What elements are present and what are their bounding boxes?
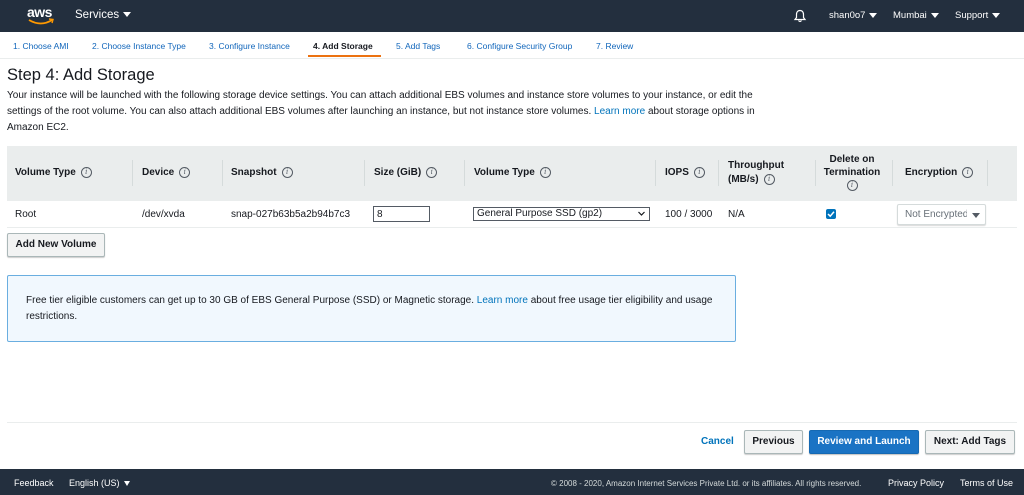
info-icon[interactable]: i xyxy=(281,167,293,178)
header-device: Device i xyxy=(142,167,191,178)
caret-down-icon xyxy=(930,12,939,18)
step-add-tags[interactable]: 5. Add Tags xyxy=(396,41,440,51)
chevron-down-icon xyxy=(638,211,645,216)
header-ebs-volume-type: Volume Type i xyxy=(474,167,551,178)
caret-down-icon xyxy=(123,12,132,18)
review-and-launch-button[interactable]: Review and Launch xyxy=(809,430,919,454)
copyright-text: © 2008 - 2020, Amazon Internet Services … xyxy=(551,479,862,488)
column-separator xyxy=(655,160,656,186)
cell-device: /dev/xvda xyxy=(142,209,185,220)
previous-button[interactable]: Previous xyxy=(744,430,803,454)
active-step-indicator xyxy=(308,55,381,57)
cell-iops: 100 / 3000 xyxy=(665,209,713,220)
column-separator xyxy=(132,160,133,186)
step-choose-instance-type[interactable]: 2. Choose Instance Type xyxy=(92,41,186,51)
free-tier-info-box: Free tier eligible customers can get up … xyxy=(7,275,736,342)
header-encryption: Encryption i xyxy=(905,167,974,178)
cell-volume-type: Root xyxy=(15,209,37,220)
step-choose-ami[interactable]: 1. Choose AMI xyxy=(13,41,69,51)
language-label: English (US) xyxy=(69,478,120,488)
column-separator xyxy=(987,160,988,186)
feedback-link[interactable]: Feedback xyxy=(14,478,54,488)
wizard-steps: 1. Choose AMI 2. Choose Instance Type 3.… xyxy=(0,32,1024,59)
header-volume-type: Volume Type i xyxy=(15,167,92,178)
services-menu[interactable]: Services xyxy=(75,9,132,21)
column-separator xyxy=(364,160,365,186)
step-configure-instance[interactable]: 3. Configure Instance xyxy=(209,41,290,51)
info-icon[interactable]: i xyxy=(426,167,438,178)
info-icon[interactable]: i xyxy=(763,173,775,185)
header-snapshot: Snapshot i xyxy=(231,167,293,178)
aws-smile-icon xyxy=(28,18,54,25)
caret-down-icon xyxy=(972,213,980,218)
add-new-volume-button[interactable]: Add New Volume xyxy=(7,233,105,257)
learn-more-link[interactable]: Learn more xyxy=(477,295,528,306)
info-icon[interactable]: i xyxy=(539,167,551,178)
header-throughput: Throughput (MB/s) i xyxy=(728,160,785,185)
header-delete-on-termination: Delete on Termination i xyxy=(823,154,881,191)
page-description: Your instance will be launched with the … xyxy=(7,88,757,136)
step-add-storage[interactable]: 4. Add Storage xyxy=(313,41,373,51)
actions-divider xyxy=(7,422,1017,423)
services-label: Services xyxy=(75,9,120,21)
column-separator xyxy=(892,160,893,186)
terms-of-use-link[interactable]: Terms of Use xyxy=(960,478,1013,488)
support-menu[interactable]: Support xyxy=(955,10,1001,21)
language-menu[interactable]: English (US) xyxy=(69,478,130,488)
info-icon[interactable]: i xyxy=(962,167,974,178)
step-review[interactable]: 7. Review xyxy=(596,41,633,51)
header-size: Size (GiB) i xyxy=(374,167,438,178)
region-label: Mumbai xyxy=(893,10,927,21)
footer-bar: Feedback English (US) © 2008 - 2020, Ama… xyxy=(0,469,1024,495)
column-separator xyxy=(222,160,223,186)
info-icon[interactable]: i xyxy=(179,167,191,178)
info-text-start: Free tier eligible customers can get up … xyxy=(26,295,474,306)
size-input[interactable] xyxy=(373,206,430,222)
checkmark-icon xyxy=(827,211,835,218)
encryption-selected: Not Encrypted xyxy=(905,209,967,220)
step-configure-security-group[interactable]: 6. Configure Security Group xyxy=(467,41,572,51)
volume-type-select[interactable]: General Purpose SSD (gp2) xyxy=(473,207,650,221)
info-icon[interactable]: i xyxy=(846,179,858,191)
header-iops: IOPS i xyxy=(665,167,705,178)
cell-snapshot: snap-027b63b5a2b94b7c3 xyxy=(231,209,350,220)
caret-down-icon xyxy=(992,12,1001,18)
learn-more-link[interactable]: Learn more xyxy=(594,106,645,117)
column-separator xyxy=(718,160,719,186)
page-title: Step 4: Add Storage xyxy=(7,66,155,84)
info-icon[interactable]: i xyxy=(693,167,705,178)
volume-type-selected: General Purpose SSD (gp2) xyxy=(477,208,603,219)
next-add-tags-button[interactable]: Next: Add Tags xyxy=(925,430,1015,454)
caret-down-icon xyxy=(123,481,130,487)
encryption-select[interactable]: Not Encrypted xyxy=(897,204,986,225)
storage-table-header: Volume Type i Device i Snapshot i Size (GiB… xyxy=(7,146,1017,201)
delete-on-termination-checkbox[interactable] xyxy=(826,209,836,219)
column-separator xyxy=(464,160,465,186)
privacy-policy-link[interactable]: Privacy Policy xyxy=(888,478,944,488)
user-account-menu[interactable]: shan0o7 xyxy=(829,10,878,21)
top-navigation-bar: aws Services shan0o7 Mumbai Support xyxy=(0,0,1024,32)
caret-down-icon xyxy=(869,12,878,18)
cell-throughput: N/A xyxy=(728,209,745,220)
bell-icon[interactable] xyxy=(793,9,807,23)
user-label: shan0o7 xyxy=(829,10,866,21)
info-icon[interactable]: i xyxy=(80,167,92,178)
support-label: Support xyxy=(955,10,989,21)
aws-logo[interactable]: aws xyxy=(27,4,55,28)
info-text: Free tier eligible customers can get up … xyxy=(26,293,726,325)
region-menu[interactable]: Mumbai xyxy=(893,10,939,21)
column-separator xyxy=(815,160,816,186)
table-row: Root /dev/xvda snap-027b63b5a2b94b7c3 Ge… xyxy=(7,201,1017,228)
cancel-link[interactable]: Cancel xyxy=(701,436,734,447)
